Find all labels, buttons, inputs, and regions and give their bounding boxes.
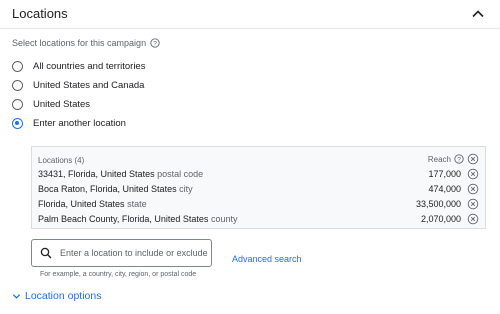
remove-location-icon[interactable]	[467, 198, 479, 210]
location-reach: 33,500,000	[415, 199, 461, 209]
section-header: Locations	[0, 0, 500, 29]
location-row: Boca Raton, Florida, United States city …	[38, 183, 479, 197]
location-name: 33431, Florida, United States	[38, 169, 155, 179]
location-search-input[interactable]	[60, 248, 210, 258]
option-all-countries[interactable]: All countries and territories	[12, 58, 145, 74]
location-reach: 177,000	[428, 169, 461, 179]
option-another-location[interactable]: Enter another location	[12, 115, 126, 131]
reach-label: Reach	[427, 154, 451, 164]
location-row: 33431, Florida, United States postal cod…	[38, 168, 479, 182]
radio-button-selected[interactable]	[12, 117, 23, 129]
location-name: Florida, United States	[38, 199, 125, 209]
location-type: city	[179, 184, 193, 194]
option-label: United States	[33, 98, 91, 110]
location-options-label: Location options	[25, 290, 102, 302]
radio-button[interactable]	[12, 79, 23, 91]
selected-locations-panel: Locations (4) Reach ? 33431, Florida, Un…	[31, 146, 486, 229]
option-label: Enter another location	[33, 117, 126, 129]
help-icon[interactable]: ?	[454, 154, 464, 164]
subtitle-text: Select locations for this campaign	[12, 38, 147, 48]
remove-location-icon[interactable]	[467, 213, 479, 225]
option-label: United States and Canada	[33, 79, 145, 91]
radio-button[interactable]	[12, 98, 23, 110]
location-reach: 474,000	[428, 184, 461, 194]
remove-location-icon[interactable]	[467, 183, 479, 195]
location-type: postal code	[157, 169, 204, 179]
section-title: Locations	[12, 6, 68, 21]
radio-button[interactable]	[12, 60, 23, 72]
option-united-states[interactable]: United States	[12, 96, 90, 112]
location-type: state	[127, 199, 147, 209]
svg-text:?: ?	[153, 40, 157, 47]
remove-location-icon[interactable]	[467, 168, 479, 180]
location-row: Florida, United States state 33,500,000	[38, 198, 479, 212]
chevron-up-icon	[472, 10, 484, 18]
location-name: Boca Raton, Florida, United States	[38, 184, 177, 194]
location-options-toggle[interactable]: Location options	[11, 290, 101, 302]
option-label: All countries and territories	[33, 60, 146, 72]
option-us-canada[interactable]: United States and Canada	[12, 77, 144, 93]
svg-text:?: ?	[457, 156, 461, 163]
reach-header: Reach ?	[428, 153, 479, 165]
location-reach: 2,070,000	[420, 214, 461, 224]
locations-count-header: Locations (4)	[38, 156, 85, 165]
help-icon[interactable]: ?	[150, 38, 160, 48]
location-type: county	[210, 214, 238, 224]
location-row: Palm Beach County, Florida, United State…	[38, 213, 479, 227]
remove-all-icon[interactable]	[467, 153, 479, 165]
location-name: Palm Beach County, Florida, United State…	[38, 214, 209, 224]
chevron-down-icon	[12, 293, 21, 299]
advanced-search-link[interactable]: Advanced search	[232, 254, 302, 264]
search-icon	[40, 247, 52, 259]
location-search-field[interactable]	[31, 239, 212, 267]
collapse-button[interactable]	[468, 4, 488, 24]
search-helper-text: For example, a country, city, region, or…	[40, 271, 197, 278]
locations-subtitle: Select locations for this campaign ?	[12, 38, 160, 48]
